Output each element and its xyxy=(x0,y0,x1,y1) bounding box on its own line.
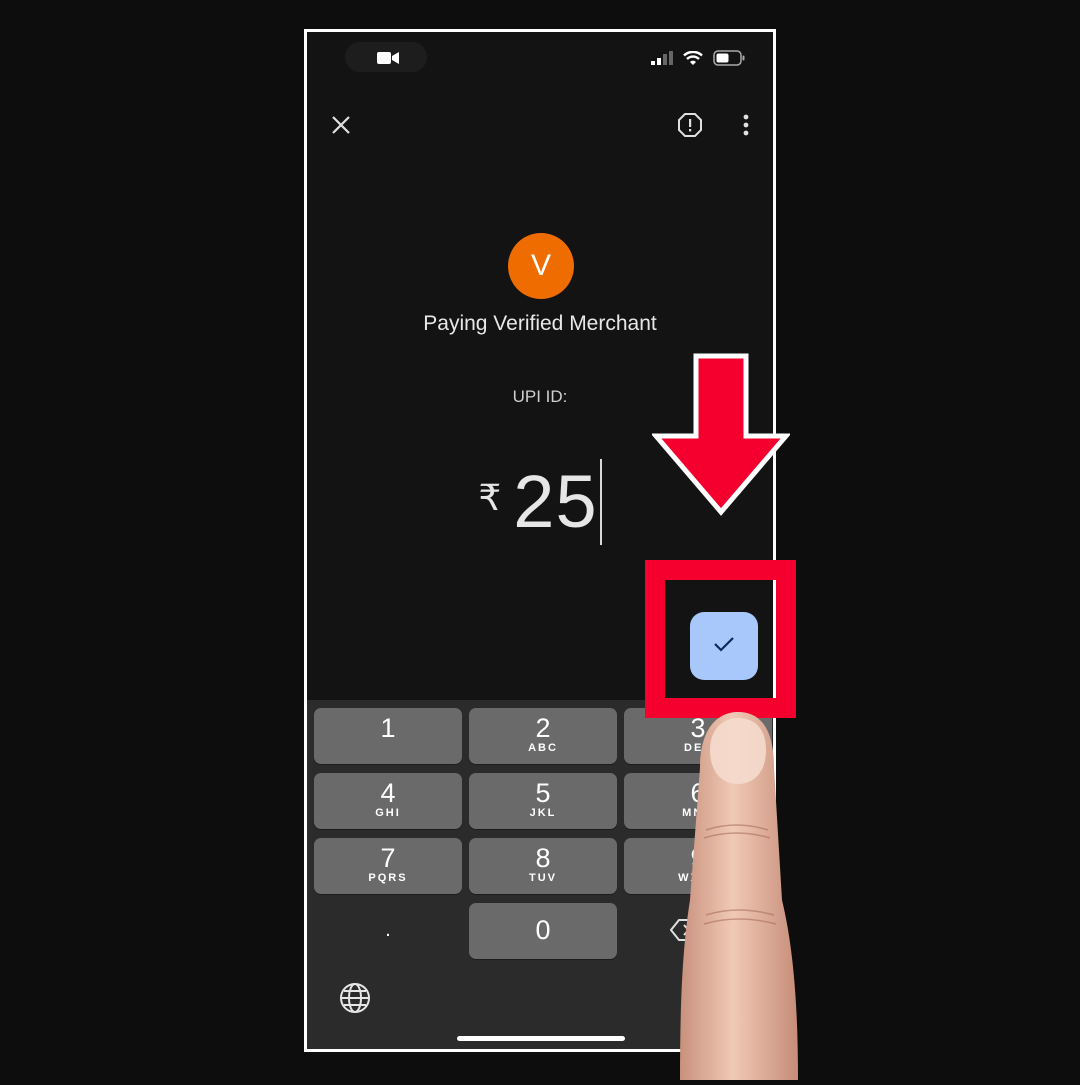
language-button[interactable] xyxy=(338,982,372,1019)
close-button[interactable] xyxy=(326,112,356,142)
key-digit: 4 xyxy=(380,778,396,808)
key-digit: 8 xyxy=(535,843,551,873)
video-camera-icon xyxy=(377,51,399,70)
globe-icon xyxy=(339,982,371,1019)
highlight-box xyxy=(645,560,796,718)
key-letters: PQRS xyxy=(368,872,408,884)
amount-value: 25 xyxy=(513,460,598,543)
key-0[interactable]: 0 xyxy=(469,903,617,959)
key-2[interactable]: 2 ABC xyxy=(469,708,617,764)
key-digit: 7 xyxy=(380,843,396,873)
finger-pointer-icon xyxy=(676,710,802,1085)
arrow-down-icon xyxy=(650,352,792,523)
key-letters: TUV xyxy=(529,872,557,884)
close-icon xyxy=(331,115,351,140)
home-indicator[interactable] xyxy=(457,1036,625,1041)
key-letters: ABC xyxy=(528,742,558,754)
currency-symbol: ₹ xyxy=(478,477,502,518)
more-options-button[interactable] xyxy=(731,112,761,142)
dynamic-island xyxy=(345,42,427,72)
key-digit: 1 xyxy=(380,713,396,743)
payee-label: Paying Verified Merchant xyxy=(423,312,657,335)
key-letters: GHI xyxy=(375,807,401,819)
text-caret xyxy=(599,459,602,545)
key-digit: 2 xyxy=(535,713,551,743)
wifi-icon xyxy=(683,50,703,71)
key-7[interactable]: 7 PQRS xyxy=(314,838,462,894)
merchant-avatar: V xyxy=(508,233,574,299)
key-digit: 5 xyxy=(535,778,551,808)
key-letters: JKL xyxy=(529,807,557,819)
status-icons xyxy=(651,50,745,71)
key-8[interactable]: 8 TUV xyxy=(469,838,617,894)
key-5[interactable]: 5 JKL xyxy=(469,773,617,829)
key-digit: . xyxy=(385,919,391,941)
more-vert-icon xyxy=(743,114,749,141)
battery-icon xyxy=(713,50,745,71)
report-button[interactable] xyxy=(675,112,705,142)
key-decimal[interactable]: . xyxy=(314,903,462,959)
key-4[interactable]: 4 GHI xyxy=(314,773,462,829)
key-digit: 0 xyxy=(535,915,551,945)
key-1[interactable]: 1 xyxy=(314,708,462,764)
signal-icon xyxy=(651,51,673,70)
report-icon xyxy=(678,112,702,142)
